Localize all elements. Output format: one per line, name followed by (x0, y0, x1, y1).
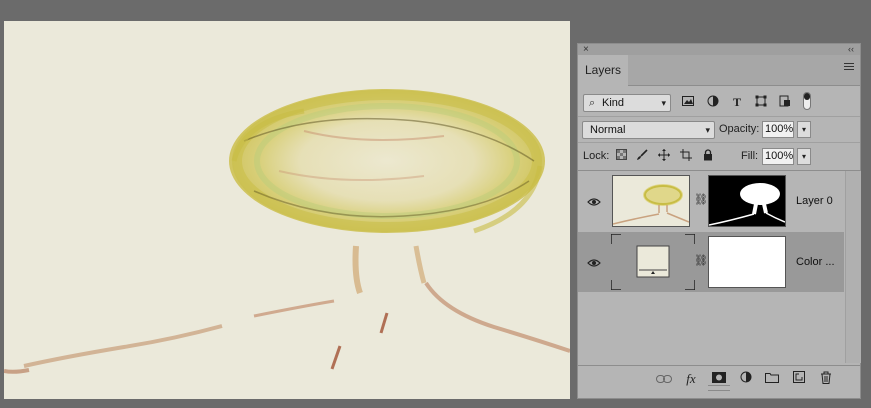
chevron-down-icon: ▾ (661, 98, 666, 108)
blend-mode-select[interactable]: Normal ▾ (582, 121, 715, 139)
tree-painting (4, 89, 570, 374)
new-layer-icon[interactable] (791, 371, 807, 387)
panel-title-bar[interactable]: × ‹‹ (578, 44, 860, 55)
layers-scrollbar[interactable] (845, 171, 861, 363)
layer-row[interactable]: ⛓ Layer 0 (578, 171, 844, 231)
document-canvas[interactable] (4, 21, 570, 399)
mask-link-icon[interactable]: ⛓ (694, 254, 708, 267)
panel-tab-row: Layers (578, 55, 860, 86)
layers-list: ⛓ Layer 0 ⛓ Color ... (578, 171, 844, 363)
eye-icon[interactable] (587, 255, 601, 267)
filter-toggle-switch[interactable] (803, 92, 811, 110)
layers-bottom-bar: fx (578, 365, 860, 392)
layer-filter-row: ⌕ Kind ▾ T (578, 86, 860, 117)
layer-mask-thumbnail[interactable] (708, 175, 786, 227)
chevron-down-icon: ▾ (705, 125, 710, 135)
layer-mask-thumbnail[interactable] (708, 236, 786, 288)
trash-icon[interactable] (818, 371, 834, 387)
lock-label: Lock: (583, 150, 610, 162)
lock-all-icon[interactable] (701, 149, 715, 163)
fill-layer-thumbnail[interactable] (611, 234, 695, 290)
lock-artboard-crop-icon[interactable] (679, 149, 693, 163)
link-layers-icon[interactable] (656, 371, 672, 387)
lock-position-move-icon[interactable] (657, 149, 671, 163)
fill-label: Fill: (741, 150, 759, 162)
new-group-icon[interactable] (764, 371, 780, 387)
blend-mode-value: Normal (590, 124, 626, 136)
shape-filter-icon[interactable] (754, 95, 768, 109)
layer-name[interactable]: Color ... (796, 256, 835, 268)
mask-link-icon[interactable]: ⛓ (694, 193, 708, 206)
lock-transparent-icon[interactable] (614, 149, 628, 163)
search-icon: ⌕ (589, 97, 596, 109)
layers-panel: × ‹‹ Layers ⌕ Kind ▾ T Normal ▾ Opacity:… (577, 43, 861, 399)
lock-row: Lock: Fill: 100% ▾ (578, 143, 860, 171)
layer-row-selected[interactable]: ⛓ Color ... (578, 232, 844, 292)
image-filter-icon[interactable] (681, 95, 695, 109)
adjustment-layer-icon[interactable] (738, 371, 754, 387)
opacity-label: Opacity: (719, 123, 760, 135)
resize-grip[interactable] (708, 385, 730, 391)
layer-thumbnail[interactable] (612, 175, 690, 227)
opacity-field[interactable]: 100% (762, 121, 794, 138)
lock-pixels-brush-icon[interactable] (635, 149, 649, 163)
smart-object-filter-icon[interactable] (778, 95, 792, 109)
fill-field[interactable]: 100% (762, 148, 794, 165)
fx-icon[interactable]: fx (683, 371, 699, 387)
eye-icon[interactable] (587, 194, 601, 206)
filter-kind-select[interactable]: ⌕ Kind ▾ (583, 94, 671, 112)
collapse-panel-icon[interactable]: ‹‹ (848, 44, 854, 55)
layer-name[interactable]: Layer 0 (796, 195, 833, 207)
blend-row: Normal ▾ Opacity: 100% ▾ (578, 116, 860, 143)
type-filter-icon[interactable]: T (730, 95, 744, 109)
fill-dropdown-icon[interactable]: ▾ (797, 148, 811, 165)
close-icon[interactable]: × (583, 44, 589, 55)
tab-layers[interactable]: Layers (578, 55, 628, 86)
adjustment-filter-icon[interactable] (706, 95, 720, 109)
hamburger-menu-icon[interactable] (844, 63, 854, 72)
filter-kind-label: Kind (602, 97, 625, 109)
opacity-dropdown-icon[interactable]: ▾ (797, 121, 811, 138)
